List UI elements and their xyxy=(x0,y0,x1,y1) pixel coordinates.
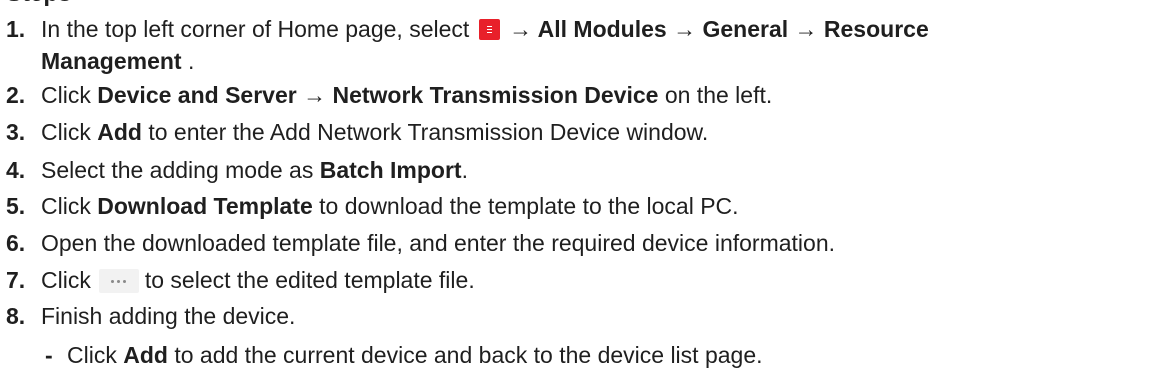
step-1: 1. In the top left corner of Home page, s… xyxy=(6,14,929,44)
step-number: 3. xyxy=(6,119,26,145)
ui-path-all-modules: All Modules xyxy=(537,16,667,42)
step-text: to download the template to the local PC… xyxy=(312,193,739,219)
step-text: Select the adding mode as xyxy=(41,157,320,183)
step-text: Open the downloaded template file, and e… xyxy=(41,230,836,256)
arrow-text: → xyxy=(788,16,824,42)
step-2: 2. Click Device and Server → Network Tran… xyxy=(6,80,772,110)
ui-batch-import-ref: Batch Import xyxy=(319,157,462,183)
ui-path-general: General xyxy=(702,16,789,42)
arrow-text: → xyxy=(296,82,333,108)
step-text: to enter the Add Network Transmission De… xyxy=(141,119,709,145)
step-1-continuation: Management . xyxy=(41,46,194,76)
step-text: In the top left corner of Home page, sel… xyxy=(41,16,476,42)
step-text: . xyxy=(181,48,195,74)
step-3: 3. Click Add to enter the Add Network Tra… xyxy=(6,117,708,147)
ui-path-management: Management xyxy=(41,48,182,74)
ui-add-button-ref: Add xyxy=(123,342,168,368)
step-4: 4. Select the adding mode as Batch Import… xyxy=(6,155,468,185)
step-number: 5. xyxy=(6,193,26,219)
ui-add-button-ref: Add xyxy=(97,119,142,145)
step-text: Click xyxy=(41,119,98,145)
step-6: 6. Open the downloaded template file, and… xyxy=(6,228,835,258)
step-number: 7. xyxy=(6,267,26,293)
step-text: to select the edited template file. xyxy=(144,267,475,293)
step-text: Finish adding the device. xyxy=(41,303,296,329)
ellipsis-icon xyxy=(98,269,139,293)
step-text: Click xyxy=(41,82,98,108)
menu-icon xyxy=(478,19,500,40)
step-text: on the left. xyxy=(658,82,773,108)
ui-download-template-ref: Download Template xyxy=(97,193,313,219)
step-7: 7. Click to select the edited template fil… xyxy=(6,265,475,295)
step-number: 8. xyxy=(6,303,26,329)
arrow-text: → xyxy=(666,16,703,42)
step-text: Click xyxy=(41,267,91,293)
substep-text: to add the current device and back to th… xyxy=(167,342,763,368)
step-8: 8. Finish adding the device. xyxy=(6,301,295,331)
document-page: Steps 1. In the top left corner of Home p… xyxy=(0,0,1154,387)
step-5: 5. Click Download Template to download th… xyxy=(6,191,739,221)
step-text: . xyxy=(461,157,468,183)
substep-item: - Click Add to add the current device and… xyxy=(45,340,763,370)
step-number: 6. xyxy=(6,230,26,256)
bullet-dash: - xyxy=(45,342,53,368)
section-heading: Steps xyxy=(6,0,71,8)
ui-path-resource: Resource xyxy=(823,16,929,42)
step-text: Click xyxy=(41,193,98,219)
ui-path-network-transmission-device: Network Transmission Device xyxy=(332,82,659,108)
step-number: 1. xyxy=(6,16,26,42)
substep-text: Click xyxy=(67,342,124,368)
step-number: 4. xyxy=(6,157,26,183)
arrow-text: → xyxy=(502,16,538,42)
ui-path-device-and-server: Device and Server xyxy=(97,82,297,108)
step-number: 2. xyxy=(6,82,26,108)
